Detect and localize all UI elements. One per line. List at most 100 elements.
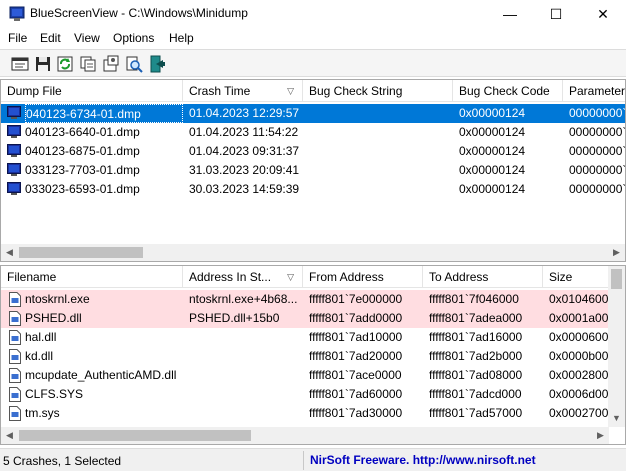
crash-cell-param: 00000000`0: [569, 163, 626, 177]
status-divider: [303, 451, 304, 470]
crash-cell-string: [309, 142, 453, 161]
column-address-in-stack-label: Address In St...: [189, 270, 272, 284]
crash-cell-time: 01.04.2023 11:54:22: [189, 125, 299, 139]
crash-cell-code: 0x00000124: [459, 182, 526, 196]
crash-row[interactable]: 040123-6875-01.dmp 01.04.2023 09:31:37 0x0…: [1, 142, 625, 161]
driver-cell-size: 0x01046000: [549, 292, 609, 306]
driver-cell-file: PSHED.dll: [25, 311, 82, 325]
minimize-button[interactable]: —: [487, 0, 533, 28]
driver-list-hscroll-thumb[interactable]: [19, 430, 251, 441]
column-to-address[interactable]: To Address: [423, 266, 543, 288]
driver-cell-file: ntoskrnl.exe: [25, 292, 90, 306]
column-size[interactable]: Size: [543, 266, 609, 288]
crash-cell-code: 0x00000124: [459, 144, 526, 158]
driver-list-vscroll-thumb[interactable]: [611, 269, 622, 289]
html-report-icon[interactable]: [102, 55, 120, 73]
find-icon[interactable]: [125, 55, 143, 73]
column-from-address[interactable]: From Address: [303, 266, 423, 288]
column-bug-check-string[interactable]: Bug Check String: [303, 80, 453, 102]
driver-cell-size: 0x0006d000: [549, 387, 609, 401]
driver-cell-from: fffff801`7ad30000: [309, 406, 403, 420]
menu-view[interactable]: View: [74, 31, 100, 45]
driver-row[interactable]: CLFS.SYS fffff801`7ad60000 fffff801`7adcd0…: [1, 385, 609, 404]
driver-cell-addr: [189, 404, 303, 423]
driver-cell-to: fffff801`7ad08000: [429, 368, 523, 382]
crash-list-hscrollbar[interactable]: ◀ ▶: [1, 244, 625, 261]
driver-cell-to: fffff801`7f046000: [429, 292, 519, 306]
bluescreenview-app-icon: [9, 6, 25, 21]
exit-icon[interactable]: [148, 55, 166, 73]
driver-cell-addr: ntoskrnl.exe+4b68...: [189, 292, 298, 306]
properties-icon[interactable]: [11, 55, 29, 73]
driver-file-icon: [9, 349, 21, 364]
driver-row[interactable]: mcupdate_AuthenticAMD.dll fffff801`7ace00…: [1, 366, 609, 385]
column-dump-file[interactable]: Dump File: [1, 80, 183, 102]
crash-row[interactable]: 040123-6734-01.dmp 01.04.2023 12:29:57 0x0…: [1, 104, 625, 123]
column-crash-time-label: Crash Time: [189, 84, 251, 98]
menu-bar: File Edit View Options Help: [0, 28, 626, 49]
column-crash-time[interactable]: Crash Time ▽: [183, 80, 303, 102]
close-button[interactable]: ✕: [580, 0, 626, 28]
column-bug-check-code[interactable]: Bug Check Code: [453, 80, 563, 102]
driver-file-icon: [9, 368, 21, 383]
driver-cell-from: fffff801`7ad60000: [309, 387, 403, 401]
crash-list-hscroll-thumb[interactable]: [19, 247, 143, 258]
save-icon[interactable]: [34, 55, 52, 73]
status-summary: 5 Crashes, 1 Selected: [3, 454, 122, 468]
driver-cell-to: fffff801`7ad2b000: [429, 349, 523, 363]
nirsoft-link[interactable]: NirSoft Freeware. http://www.nirsoft.net: [310, 453, 536, 467]
column-parameter[interactable]: Parameter: [563, 80, 625, 102]
crash-row[interactable]: 040123-6640-01.dmp 01.04.2023 11:54:22 0x0…: [1, 123, 625, 142]
crash-cell-time: 01.04.2023 09:31:37: [189, 144, 300, 158]
driver-file-icon: [9, 292, 21, 307]
scroll-left-arrow-icon[interactable]: ◀: [1, 427, 18, 444]
driver-cell-size: 0x00028000: [549, 368, 609, 382]
driver-row[interactable]: ntoskrnl.exe ntoskrnl.exe+4b68... fffff801…: [1, 290, 609, 309]
driver-cell-file: mcupdate_AuthenticAMD.dll: [25, 368, 177, 382]
crash-cell-time: 01.04.2023 12:29:57: [189, 106, 300, 120]
driver-list-pane: Filename Address In St... ▽ From Address…: [0, 265, 626, 445]
driver-cell-size: 0x00006000: [549, 330, 609, 344]
menu-help[interactable]: Help: [169, 31, 194, 45]
driver-row[interactable]: hal.dll fffff801`7ad10000 fffff801`7ad1600…: [1, 328, 609, 347]
sort-indicator-icon: ▽: [287, 272, 294, 282]
status-bar: 5 Crashes, 1 Selected NirSoft Freeware. …: [0, 448, 626, 471]
menu-file[interactable]: File: [8, 31, 27, 45]
column-filename[interactable]: Filename: [1, 266, 183, 288]
scroll-left-arrow-icon[interactable]: ◀: [1, 244, 18, 261]
crash-cell-file: 033023-6593-01.dmp: [25, 182, 140, 196]
scroll-right-arrow-icon[interactable]: ▶: [592, 427, 609, 444]
crash-row[interactable]: 033023-6593-01.dmp 30.03.2023 14:59:39 0x0…: [1, 180, 625, 199]
driver-list-vscrollbar[interactable]: ▲ ▼: [608, 266, 625, 427]
crash-row[interactable]: 033123-7703-01.dmp 31.03.2023 20:09:41 0x0…: [1, 161, 625, 180]
driver-row[interactable]: tm.sys fffff801`7ad30000 fffff801`7ad57000…: [1, 404, 609, 423]
column-address-in-stack[interactable]: Address In St... ▽: [183, 266, 303, 288]
driver-cell-addr: PSHED.dll+15b0: [189, 311, 280, 325]
driver-cell-from: fffff801`7ace0000: [309, 368, 402, 382]
menu-options[interactable]: Options: [113, 31, 154, 45]
driver-cell-from: fffff801`7add0000: [309, 311, 403, 325]
maximize-button[interactable]: ☐: [533, 0, 579, 28]
sort-descending-icon: ▽: [287, 86, 294, 96]
copy-icon[interactable]: [79, 55, 97, 73]
scroll-down-arrow-icon[interactable]: ▼: [608, 410, 625, 427]
window-title: BlueScreenView - C:\Windows\Minidump: [30, 6, 248, 20]
driver-file-icon: [9, 387, 21, 402]
scroll-right-arrow-icon[interactable]: ▶: [608, 244, 625, 261]
driver-cell-to: fffff801`7ad16000: [429, 330, 523, 344]
crash-cell-code: 0x00000124: [459, 106, 526, 120]
crash-cell-param: 00000000`0: [569, 106, 626, 120]
driver-cell-to: fffff801`7ad57000: [429, 406, 523, 420]
driver-list-hscrollbar[interactable]: ◀ ▶: [1, 427, 609, 444]
driver-row[interactable]: kd.dll fffff801`7ad20000 fffff801`7ad2b000…: [1, 347, 609, 366]
crash-cell-string: [309, 161, 453, 180]
crash-cell-code: 0x00000124: [459, 163, 526, 177]
driver-file-icon: [9, 330, 21, 345]
driver-file-icon: [9, 311, 21, 326]
driver-row[interactable]: PSHED.dll PSHED.dll+15b0 fffff801`7add0000…: [1, 309, 609, 328]
dump-file-icon: [7, 163, 21, 176]
crash-cell-file: 033123-7703-01.dmp: [25, 163, 140, 177]
menu-edit[interactable]: Edit: [40, 31, 61, 45]
dump-file-icon: [7, 144, 21, 157]
refresh-icon[interactable]: [56, 55, 74, 73]
